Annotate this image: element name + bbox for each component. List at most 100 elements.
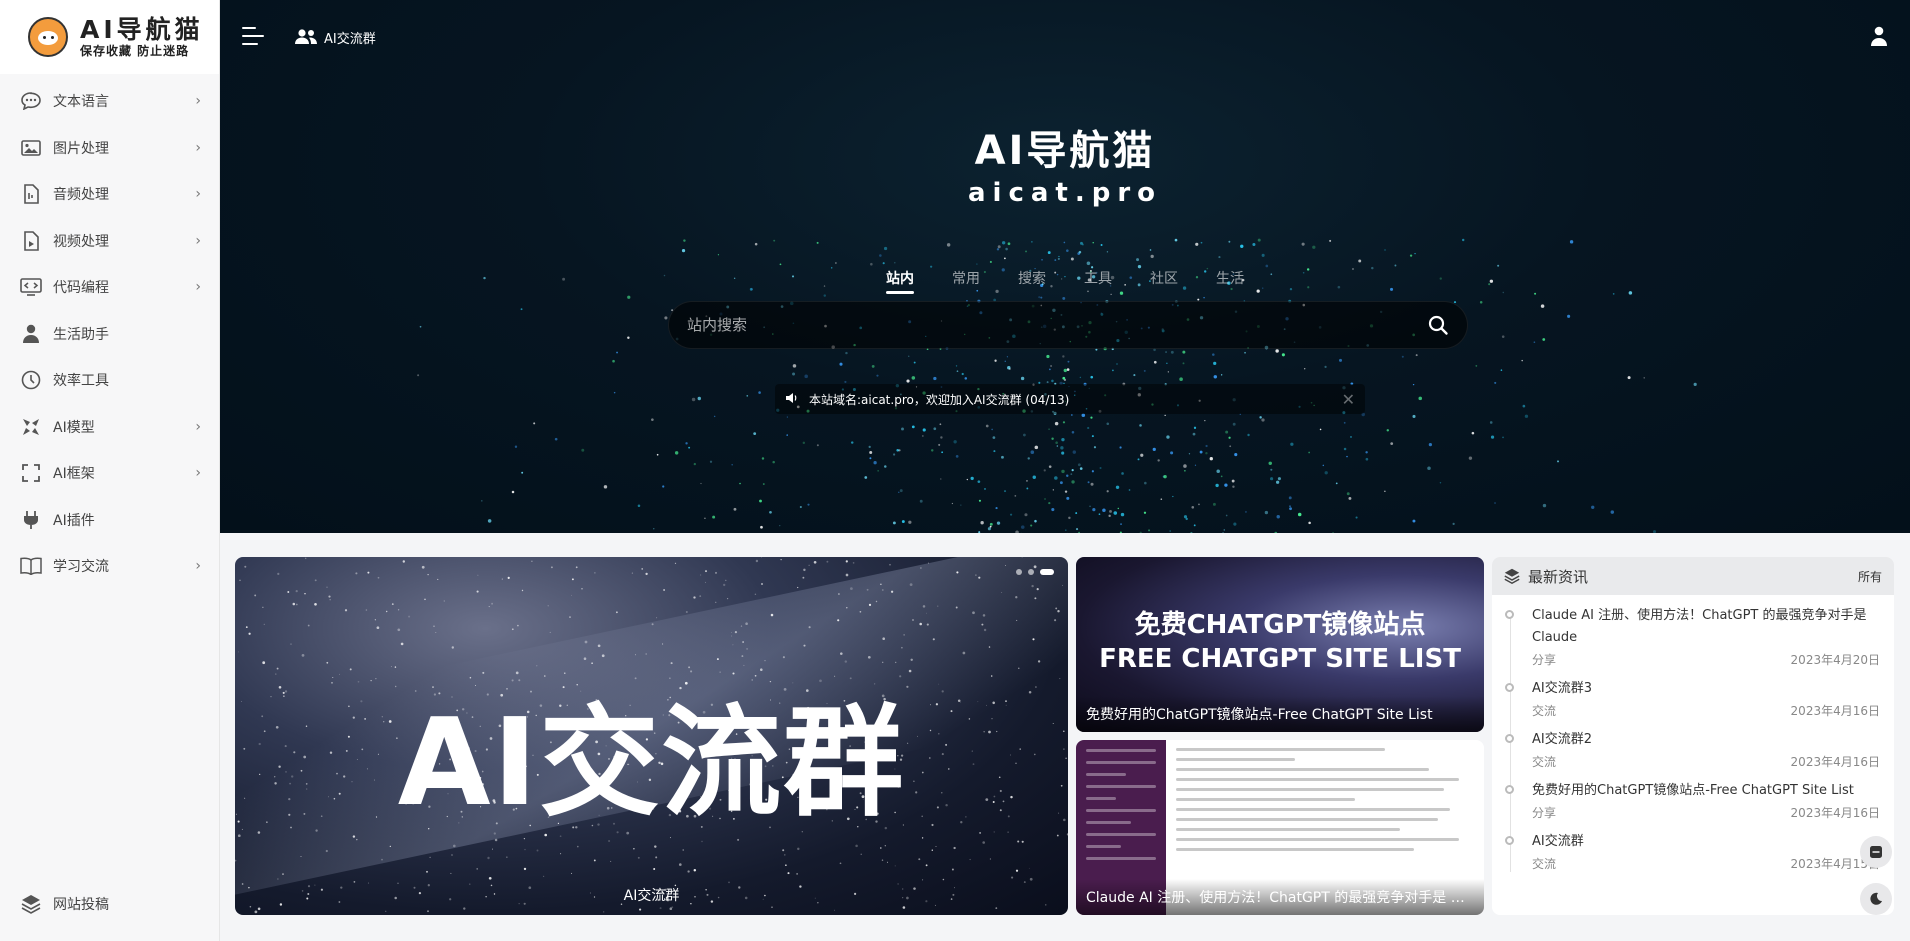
audio-file-icon [20, 183, 42, 205]
speaker-icon [785, 392, 799, 407]
sidebar-item-label: AI插件 [53, 512, 95, 529]
featured-slider[interactable]: AI交流群 AI交流群 [235, 557, 1068, 915]
chevron-right-icon: › [195, 279, 201, 296]
group-link-label: AI交流群 [324, 31, 376, 47]
menu-toggle-button[interactable] [242, 27, 268, 47]
sidebar-nav: 文本语言 › 图片处理 › 音频处理 › 视频处理 › 代码编程 › 生活助手 … [0, 74, 219, 590]
news-title: AI交流群3 [1532, 681, 1592, 696]
dark-mode-toggle-button[interactable] [1860, 883, 1892, 915]
news-header: 最新资讯 所有 [1492, 557, 1894, 595]
card-title: 免费好用的ChatGPT镜像站点-Free ChatGPT Site List [1076, 696, 1484, 732]
news-item[interactable]: AI交流群2 交流 2023年4月16日 [1505, 729, 1880, 770]
search-box [668, 301, 1468, 349]
layers-icon [20, 893, 42, 915]
search-icon[interactable] [1427, 314, 1449, 336]
news-item[interactable]: Claude AI 注册、使用方法！ChatGPT 的最强竞争对手是 Claud… [1505, 605, 1880, 668]
sidebar-item-ai-framework[interactable]: AI框架 › [0, 450, 219, 497]
group-link[interactable]: AI交流群 [294, 28, 376, 47]
sidebar-item-video[interactable]: 视频处理 › [0, 218, 219, 265]
chevron-right-icon: › [195, 186, 201, 203]
tab-life[interactable]: 生活 [1197, 268, 1263, 294]
sidebar-item-code[interactable]: 代码编程 › [0, 264, 219, 311]
sidebar-item-ai-plugin[interactable]: AI插件 [0, 497, 219, 544]
close-icon[interactable]: ✕ [1342, 390, 1355, 409]
sidebar-item-life[interactable]: 生活助手 [0, 311, 219, 358]
panel-toggle-button[interactable] [1860, 836, 1892, 868]
logo-subtitle: 保存收藏 防止迷路 [80, 43, 190, 58]
news-title: AI交流群2 [1532, 732, 1592, 747]
news-all-link[interactable]: 所有 [1858, 568, 1882, 585]
sidebar: AI导航猫 保存收藏 防止迷路 文本语言 › 图片处理 › 音频处理 › 视频处… [0, 0, 220, 941]
tab-community[interactable]: 社区 [1131, 268, 1197, 294]
sidebar-item-learning[interactable]: 学习交流 › [0, 543, 219, 590]
slide-art-text: AI交流群 [397, 694, 906, 833]
news-date: 2023年4月16日 [1790, 755, 1880, 769]
cat-logo-icon [28, 17, 68, 57]
news-category: 交流 [1532, 755, 1557, 769]
sidebar-item-label: 效率工具 [53, 373, 109, 390]
news-title: Claude AI 注册、使用方法！ChatGPT 的最强竞争对手是 Claud… [1532, 608, 1867, 645]
card-title: Claude AI 注册、使用方法！ChatGPT 的最强竞争对手是 Claud… [1076, 879, 1484, 915]
starfield-background [417, 238, 1697, 533]
user-account-button[interactable] [1870, 26, 1888, 50]
slider-pagination [1016, 569, 1054, 575]
chevron-right-icon: › [195, 558, 201, 575]
layers-icon [1504, 568, 1520, 584]
card-art-text: 免费CHATGPT镜像站点 FREE CHATGPT SITE LIST [1076, 609, 1484, 677]
chevron-right-icon: › [195, 139, 201, 156]
news-date: 2023年4月16日 [1790, 704, 1880, 718]
hero-subtitle: aicat.pro [967, 178, 1162, 208]
tab-tools[interactable]: 工具 [1065, 268, 1131, 294]
sidebar-item-efficiency[interactable]: 效率工具 [0, 357, 219, 404]
sidebar-item-label: 音频处理 [53, 187, 109, 204]
card-art-line: 免费CHATGPT镜像站点 [1134, 610, 1426, 640]
announcement-text[interactable]: 本站域名:aicat.pro，欢迎加入AI交流群 (04/13) [809, 391, 1342, 408]
slider-dot-active[interactable] [1040, 569, 1054, 575]
sidebar-item-label: 图片处理 [53, 140, 109, 157]
panel-icon [1870, 846, 1882, 858]
article-card[interactable]: Claude AI 注册、使用方法！ChatGPT 的最强竞争对手是 Claud… [1076, 740, 1484, 915]
chat-bubble-icon [20, 90, 42, 112]
site-logo[interactable]: AI导航猫 保存收藏 防止迷路 [0, 0, 219, 74]
logo-title: AI导航猫 [80, 14, 204, 44]
article-card[interactable]: 免费CHATGPT镜像站点 FREE CHATGPT SITE LIST 免费好… [1076, 557, 1484, 732]
video-file-icon [20, 230, 42, 252]
hero-banner: AI交流群 AI导航猫 aicat.pro 站内 常用 搜索 工具 社区 生活 … [220, 0, 1910, 533]
tab-site[interactable]: 站内 [867, 268, 933, 294]
sidebar-item-audio[interactable]: 音频处理 › [0, 171, 219, 218]
model-icon [20, 416, 42, 438]
sidebar-item-submit-site[interactable]: 网站投稿 [0, 881, 220, 928]
slider-dot[interactable] [1028, 569, 1034, 575]
sidebar-item-ai-model[interactable]: AI模型 › [0, 404, 219, 451]
chevron-right-icon: › [195, 418, 201, 435]
chevron-right-icon: › [195, 232, 201, 249]
slide-caption: AI交流群 [623, 888, 680, 904]
code-monitor-icon [20, 276, 42, 298]
sidebar-item-label: AI框架 [53, 466, 95, 483]
book-icon [20, 555, 42, 577]
news-item[interactable]: AI交流群3 交流 2023年4月16日 [1505, 678, 1880, 719]
sidebar-item-image[interactable]: 图片处理 › [0, 125, 219, 172]
tab-search[interactable]: 搜索 [999, 268, 1065, 294]
tab-common[interactable]: 常用 [933, 268, 999, 294]
news-category: 交流 [1532, 857, 1557, 871]
slider-dot[interactable] [1016, 569, 1022, 575]
news-heading: 最新资讯 [1528, 567, 1589, 586]
moon-icon [1870, 892, 1882, 905]
news-item[interactable]: AI交流群 交流 2023年4月15日 [1505, 831, 1880, 872]
sidebar-item-text-language[interactable]: 文本语言 › [0, 78, 219, 125]
news-item[interactable]: 免费好用的ChatGPT镜像站点-Free ChatGPT Site List … [1505, 780, 1880, 821]
news-category: 分享 [1532, 806, 1557, 820]
clock-icon [20, 369, 42, 391]
person-icon [20, 323, 42, 345]
chevron-right-icon: › [195, 465, 201, 482]
news-category: 分享 [1532, 653, 1557, 667]
chevron-right-icon: › [195, 93, 201, 110]
news-title: 免费好用的ChatGPT镜像站点-Free ChatGPT Site List [1532, 783, 1854, 798]
search-input[interactable] [687, 316, 1427, 334]
search-tabs: 站内 常用 搜索 工具 社区 生活 [220, 268, 1910, 294]
card-art-line: FREE CHATGPT SITE LIST [1099, 643, 1461, 674]
users-icon [294, 29, 318, 45]
sidebar-item-label: 生活助手 [53, 326, 109, 343]
top-bar: AI交流群 [220, 0, 1910, 74]
